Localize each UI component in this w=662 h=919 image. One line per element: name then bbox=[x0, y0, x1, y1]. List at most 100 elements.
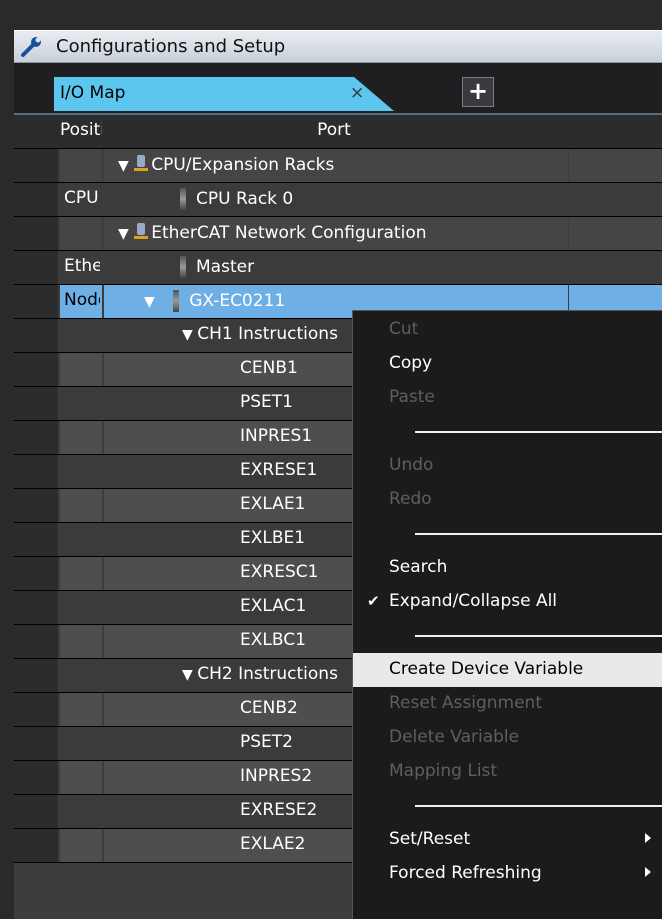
port-cell[interactable]: Master bbox=[104, 251, 568, 284]
port-label: ▼ EtherCAT Network Configuration bbox=[118, 222, 427, 243]
position-cell bbox=[60, 455, 102, 488]
menu-item-expand-collapse-all[interactable]: ✔ Expand/Collapse All bbox=[353, 585, 662, 619]
port-label: INPRES2 bbox=[240, 766, 312, 786]
position-cell bbox=[60, 693, 102, 726]
port-label: CPU Rack 0 bbox=[180, 188, 293, 210]
port-text: EXLAE2 bbox=[240, 834, 306, 854]
row-header[interactable] bbox=[14, 591, 58, 624]
port-text: CPU/Expansion Racks bbox=[151, 155, 335, 175]
port-text: EXRESC1 bbox=[240, 562, 319, 582]
menu-separator bbox=[415, 431, 662, 433]
expand-toggle-icon[interactable]: ▼ bbox=[144, 294, 159, 310]
position-cell bbox=[60, 795, 102, 828]
row-header[interactable] bbox=[14, 149, 58, 182]
expand-toggle-icon[interactable]: ▼ bbox=[182, 667, 197, 683]
row-header[interactable] bbox=[14, 251, 58, 284]
column-header-position[interactable]: Position bbox=[60, 120, 102, 140]
tab-label: I/O Map bbox=[60, 83, 126, 103]
expand-toggle-icon[interactable]: ▼ bbox=[118, 226, 133, 242]
add-tab-button[interactable]: + bbox=[462, 77, 494, 107]
row-header[interactable] bbox=[14, 387, 58, 420]
port-text: EXLAE1 bbox=[240, 494, 306, 514]
port-text: EXLBC1 bbox=[240, 630, 306, 650]
menu-item-copy[interactable]: Copy bbox=[353, 347, 662, 381]
grid-row[interactable]: CPU CPU Rack 0 bbox=[14, 183, 662, 217]
grid-row[interactable]: EtherCAT Master bbox=[14, 251, 662, 285]
menu-item-forced-refreshing[interactable]: Forced Refreshing bbox=[353, 857, 662, 891]
row-header[interactable] bbox=[14, 693, 58, 726]
row-header[interactable] bbox=[14, 421, 58, 454]
checkmark-icon: ✔ bbox=[367, 592, 380, 610]
menu-item-search[interactable]: Search bbox=[353, 551, 662, 585]
port-text: CENB2 bbox=[240, 698, 298, 718]
grid-header: Position Port bbox=[14, 115, 662, 149]
submenu-arrow-icon bbox=[645, 833, 651, 843]
context-menu: Cut Copy Paste Undo Redo Search ✔ Expand/Collap… bbox=[352, 310, 662, 919]
row-header[interactable] bbox=[14, 625, 58, 658]
menu-item-label: Forced Refreshing bbox=[389, 863, 542, 883]
row-header[interactable] bbox=[14, 217, 58, 250]
port-text: CPU Rack 0 bbox=[196, 189, 294, 209]
port-label: CENB1 bbox=[240, 358, 298, 378]
position-cell bbox=[60, 761, 102, 794]
position-cell bbox=[60, 149, 102, 182]
port-label: CENB2 bbox=[240, 698, 298, 718]
menu-item-label: Delete Variable bbox=[389, 727, 520, 747]
row-header[interactable] bbox=[14, 523, 58, 556]
menu-item-delete-variable: Delete Variable bbox=[353, 721, 662, 755]
wrench-icon bbox=[21, 37, 41, 57]
menu-separator bbox=[415, 805, 662, 807]
port-cell[interactable]: ▼ EtherCAT Network Configuration bbox=[104, 217, 568, 250]
title-bar: Configurations and Setup bbox=[14, 30, 662, 63]
position-cell bbox=[60, 421, 102, 454]
row-header[interactable] bbox=[14, 727, 58, 760]
position-cell bbox=[60, 625, 102, 658]
menu-item-label: Copy bbox=[389, 353, 433, 373]
port-label: EXLAE2 bbox=[240, 834, 305, 854]
port-label: Master bbox=[180, 256, 254, 278]
menu-item-paste: Paste bbox=[353, 381, 662, 415]
port-text: INPRES1 bbox=[240, 426, 313, 446]
column-header-port[interactable]: Port bbox=[104, 120, 564, 140]
expand-toggle-icon[interactable]: ▼ bbox=[182, 327, 197, 343]
port-cell[interactable]: CPU Rack 0 bbox=[104, 183, 568, 216]
port-cell[interactable]: ▼ CPU/Expansion Racks bbox=[104, 149, 568, 182]
row-header[interactable] bbox=[14, 319, 58, 352]
position-cell: CPU bbox=[60, 183, 102, 216]
menu-separator bbox=[415, 533, 662, 535]
menu-item-create-device-variable[interactable]: Create Device Variable bbox=[353, 653, 662, 687]
tab-strip: I/O Map × + bbox=[14, 63, 662, 115]
extra-cell bbox=[569, 149, 662, 182]
row-header[interactable] bbox=[14, 489, 58, 522]
grid-row[interactable]: ▼ EtherCAT Network Configuration bbox=[14, 217, 662, 251]
row-header[interactable] bbox=[14, 795, 58, 828]
menu-item-label: Reset Assignment bbox=[389, 693, 542, 713]
row-header[interactable] bbox=[14, 659, 58, 692]
row-header[interactable] bbox=[14, 557, 58, 590]
rack-icon bbox=[173, 290, 180, 312]
port-label: ▼ GX-EC0211 bbox=[144, 290, 285, 312]
tab-io-map[interactable]: I/O Map × bbox=[54, 77, 394, 111]
close-tab-icon[interactable]: × bbox=[350, 83, 364, 103]
row-header[interactable] bbox=[14, 829, 58, 862]
window-title: Configurations and Setup bbox=[56, 36, 286, 57]
row-header[interactable] bbox=[14, 285, 58, 318]
grid-row[interactable]: ▼ CPU/Expansion Racks bbox=[14, 149, 662, 183]
row-header[interactable] bbox=[14, 353, 58, 386]
port-text: CENB1 bbox=[240, 358, 298, 378]
row-header[interactable] bbox=[14, 761, 58, 794]
row-header[interactable] bbox=[14, 455, 58, 488]
port-label: ▼ CPU/Expansion Racks bbox=[118, 154, 334, 175]
position-cell bbox=[60, 387, 102, 420]
expand-toggle-icon[interactable]: ▼ bbox=[118, 158, 133, 174]
position-text: Node bbox=[64, 290, 100, 310]
port-text: EXLAC1 bbox=[240, 596, 307, 616]
menu-item-set-reset[interactable]: Set/Reset bbox=[353, 823, 662, 857]
position-cell bbox=[60, 727, 102, 760]
port-label: PSET1 bbox=[240, 392, 293, 412]
port-label: EXRESE2 bbox=[240, 800, 317, 820]
position-cell: Node bbox=[60, 285, 102, 318]
menu-item-label: Paste bbox=[389, 387, 435, 407]
menu-item-label: Cut bbox=[389, 319, 419, 339]
row-header[interactable] bbox=[14, 183, 58, 216]
